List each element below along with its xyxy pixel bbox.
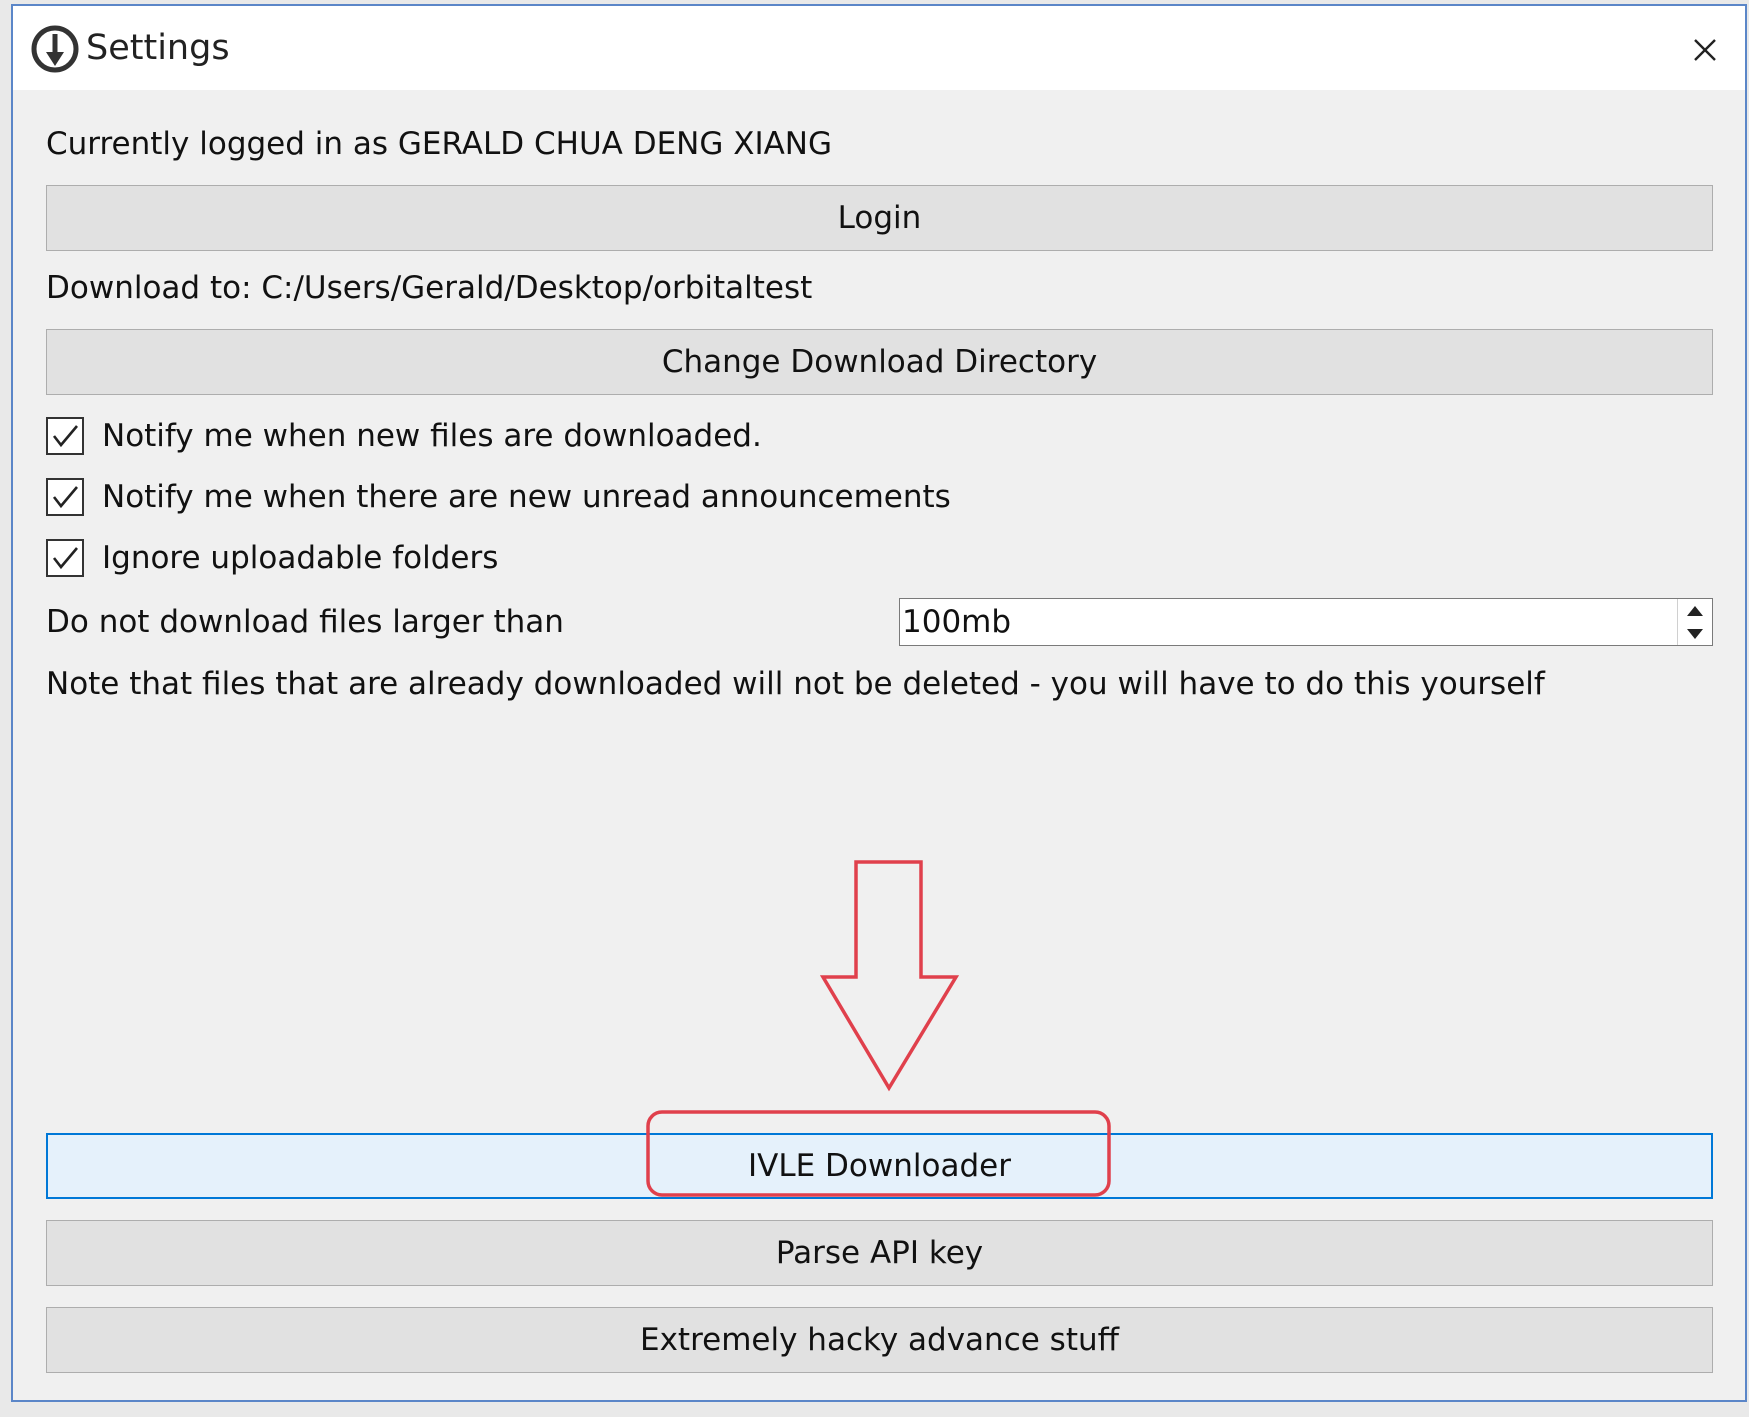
change-download-directory-button[interactable]: Change Download Directory: [46, 329, 1713, 395]
window-title: Settings: [86, 28, 230, 68]
size-limit-label: Do not download files larger than: [46, 604, 564, 640]
option-notify-new-files[interactable]: Notify me when new files are downloaded.: [46, 414, 762, 458]
notify-new-files-label: Notify me when new files are downloaded.: [102, 418, 762, 454]
advanced-stuff-button[interactable]: Extremely hacky advance stuff: [46, 1307, 1713, 1373]
close-icon: [1694, 39, 1716, 61]
size-limit-spinbox[interactable]: [899, 598, 1713, 646]
check-icon: [52, 486, 78, 509]
notify-announcements-checkbox[interactable]: [46, 478, 84, 516]
notify-announcements-label: Notify me when there are new unread anno…: [102, 479, 951, 515]
settings-content: Currently logged in as GERALD CHUA DENG …: [46, 90, 1713, 1400]
title-bar: Settings: [13, 6, 1745, 90]
note-text: Note that files that are already downloa…: [46, 666, 1545, 702]
ignore-uploadable-label: Ignore uploadable folders: [102, 540, 499, 576]
triangle-up-icon: [1687, 605, 1703, 616]
spin-down-button[interactable]: [1678, 622, 1712, 645]
close-button[interactable]: [1679, 24, 1731, 76]
download-logo-icon: [31, 25, 79, 73]
spin-arrows: [1677, 599, 1712, 645]
download-path-text: Download to: C:/Users/Gerald/Desktop/orb…: [46, 270, 813, 306]
ignore-uploadable-checkbox[interactable]: [46, 539, 84, 577]
parse-api-key-button[interactable]: Parse API key: [46, 1220, 1713, 1286]
settings-window: Settings Currently logged in as GERALD C…: [11, 4, 1747, 1402]
login-button[interactable]: Login: [46, 185, 1713, 251]
check-icon: [52, 425, 78, 448]
triangle-down-icon: [1687, 628, 1703, 639]
notify-new-files-checkbox[interactable]: [46, 417, 84, 455]
option-ignore-uploadable[interactable]: Ignore uploadable folders: [46, 536, 498, 580]
spin-up-button[interactable]: [1678, 599, 1712, 622]
ivle-downloader-button[interactable]: IVLE Downloader: [46, 1133, 1713, 1199]
login-status-text: Currently logged in as GERALD CHUA DENG …: [46, 126, 833, 162]
size-limit-input[interactable]: [902, 599, 1676, 645]
check-icon: [52, 547, 78, 570]
option-notify-announcements[interactable]: Notify me when there are new unread anno…: [46, 475, 951, 519]
